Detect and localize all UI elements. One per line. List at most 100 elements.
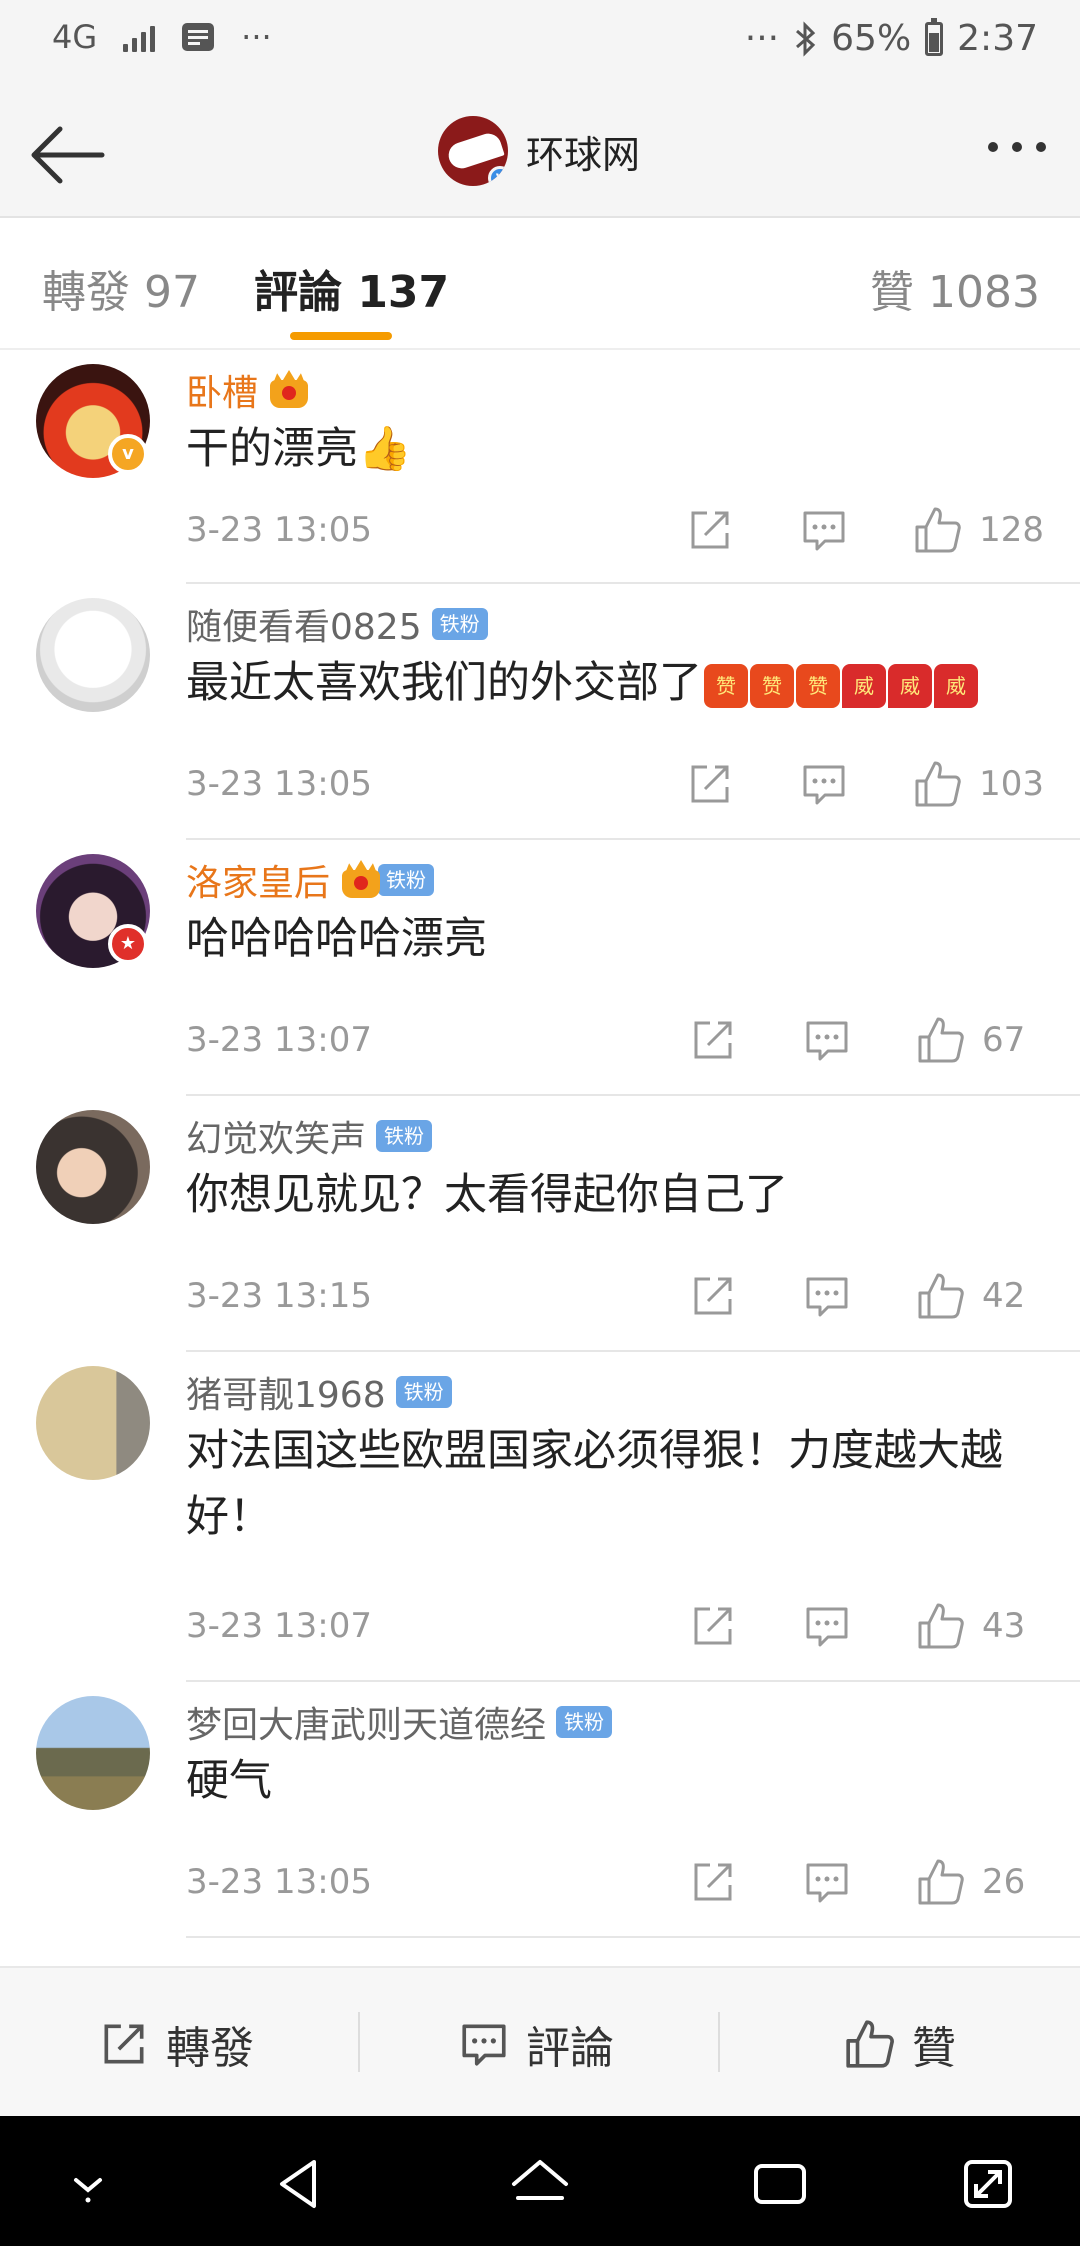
comment-time: 3-23 13:05 <box>186 1862 372 1902</box>
battery-icon <box>925 17 944 56</box>
comment-user[interactable]: 幻觉欢笑声 铁粉 <box>186 1110 433 1162</box>
avatar[interactable] <box>36 1696 150 1810</box>
status-bar: 4G ··· ··· 65% 2:37 <box>0 0 1080 90</box>
avatar[interactable] <box>36 1366 150 1480</box>
verified-icon: v <box>108 434 148 474</box>
comment-text: 硬气 <box>186 1756 272 1806</box>
clock: 2:37 <box>957 18 1038 59</box>
comment-user[interactable]: 梦回大唐武则天道德经 铁粉 <box>186 1696 613 1748</box>
share-icon[interactable] <box>685 505 735 555</box>
nav-recents-icon[interactable] <box>750 2154 810 2214</box>
share-icon[interactable] <box>688 1015 738 1065</box>
nav-home-icon[interactable] <box>510 2154 570 2214</box>
tab-bar: 轉發 97 評論 137 贊 1083 <box>0 218 1080 350</box>
comment-user[interactable]: 猪哥靓1968 铁粉 <box>186 1366 452 1418</box>
share-icon[interactable] <box>685 759 735 809</box>
share-icon[interactable] <box>688 1601 738 1651</box>
tab-reposts[interactable]: 轉發 97 <box>42 256 200 320</box>
sticker-wei: 威 <box>934 663 978 708</box>
comment-user[interactable]: 卧槽 <box>186 364 310 416</box>
divider <box>186 1936 1080 1938</box>
sticker-wei: 威 <box>842 663 886 708</box>
username: 幻觉欢笑声 <box>186 1119 367 1160</box>
network-label: 4G <box>52 18 98 56</box>
username: 随便看看0825 <box>186 607 422 648</box>
repost-label: 轉發 <box>166 2023 254 2074</box>
username: 梦回大唐武则天道德经 <box>186 1705 547 1746</box>
comment-icon <box>462 2024 506 2066</box>
vip-crown-icon <box>268 370 310 410</box>
comment-time: 3-23 13:05 <box>186 764 372 804</box>
like-icon[interactable] <box>913 505 963 555</box>
account-name: 环球网 <box>526 132 641 177</box>
back-arrow-icon[interactable] <box>26 120 106 190</box>
share-icon <box>104 2024 144 2064</box>
like-icon[interactable] <box>916 1857 966 1907</box>
avatar[interactable] <box>36 598 150 712</box>
like-button[interactable]: 贊 <box>844 2012 956 2076</box>
comment-icon[interactable] <box>799 759 849 809</box>
comment-icon[interactable] <box>799 505 849 555</box>
comment-actions: 26 <box>688 1854 1044 1910</box>
comment-button[interactable]: 評論 <box>458 2012 614 2076</box>
sticker-zan: 赞 <box>750 663 794 708</box>
app-header: v 环球网 <box>0 90 1080 218</box>
notification-icon <box>182 23 215 51</box>
nav-back-icon[interactable] <box>270 2154 330 2214</box>
comment-time: 3-23 13:05 <box>186 510 372 550</box>
share-icon[interactable] <box>688 1857 738 1907</box>
username: 猪哥靓1968 <box>186 1375 386 1416</box>
share-icon[interactable] <box>688 1271 738 1321</box>
sticker-zan: 赞 <box>796 663 840 708</box>
comment-user[interactable]: 洛家皇后 铁粉 <box>186 854 435 906</box>
status-more-icon: ··· <box>241 18 272 56</box>
comment-actions: 67 <box>688 1012 1044 1068</box>
verified-icon: v <box>488 166 508 186</box>
signal-icon <box>123 22 156 52</box>
sticker-wei: 威 <box>888 663 932 708</box>
comment-icon[interactable] <box>802 1601 852 1651</box>
tab-comments[interactable]: 評論 137 <box>254 256 449 320</box>
comment-text-body: 干的漂亮 <box>186 424 358 474</box>
like-label: 贊 <box>912 2023 956 2074</box>
comment-actions: 42 <box>688 1268 1044 1324</box>
comment-actions: 103 <box>685 756 1044 812</box>
comment-item: 猪哥靓1968 铁粉 对法国这些欧盟国家必须得狠！力度越大越好！ 3-23 13… <box>0 1352 1080 1682</box>
comment-text: 哈哈哈哈哈漂亮 <box>186 914 487 964</box>
comment-icon[interactable] <box>802 1271 852 1321</box>
bottom-action-bar: 轉發 評論 贊 <box>0 1966 1080 2116</box>
comment-item: v 卧槽 干的漂亮👍 3-23 13:05 128 <box>0 350 1080 584</box>
divider <box>718 2012 720 2072</box>
comment-item: 随便看看0825 铁粉 最近太喜欢我们的外交部了赞赞赞威威威 3-23 13:0… <box>0 584 1080 840</box>
comment-icon[interactable] <box>802 1857 852 1907</box>
like-count: 103 <box>979 764 1044 804</box>
username: 洛家皇后 <box>186 863 331 904</box>
comment-time: 3-23 13:07 <box>186 1020 372 1060</box>
sticker-zan: 赞 <box>704 663 748 708</box>
avatar[interactable] <box>36 1110 150 1224</box>
comment-item: ★ 洛家皇后 铁粉 哈哈哈哈哈漂亮 3-23 13:07 67 <box>0 840 1080 1096</box>
like-icon[interactable] <box>913 759 963 809</box>
vip-crown-icon <box>340 860 382 900</box>
bluetooth-icon <box>796 20 816 57</box>
tab-likes[interactable]: 贊 1083 <box>870 256 1040 320</box>
like-count: 43 <box>982 1606 1026 1646</box>
fan-badge: 铁粉 <box>378 864 435 896</box>
comment-text: 对法国这些欧盟国家必须得狠！力度越大越好！ <box>186 1426 1003 1542</box>
comment-icon[interactable] <box>802 1015 852 1065</box>
more-icon[interactable] <box>988 142 1046 152</box>
divider <box>358 2012 360 2072</box>
account-avatar: v <box>438 116 508 186</box>
nav-down-icon[interactable] <box>58 2154 118 2214</box>
comment-time: 3-23 13:15 <box>186 1276 372 1316</box>
like-icon[interactable] <box>916 1601 966 1651</box>
comment-user[interactable]: 随便看看0825 铁粉 <box>186 598 488 650</box>
comment-text: 干的漂亮👍 <box>186 416 1052 482</box>
repost-button[interactable]: 轉發 <box>98 2012 254 2076</box>
comment-actions: 43 <box>688 1598 1044 1654</box>
like-icon[interactable] <box>916 1015 966 1065</box>
like-icon[interactable] <box>916 1271 966 1321</box>
account-title[interactable]: v 环球网 <box>438 116 640 186</box>
battery-percent: 65% <box>831 18 912 59</box>
nav-expand-icon[interactable] <box>958 2154 1018 2214</box>
